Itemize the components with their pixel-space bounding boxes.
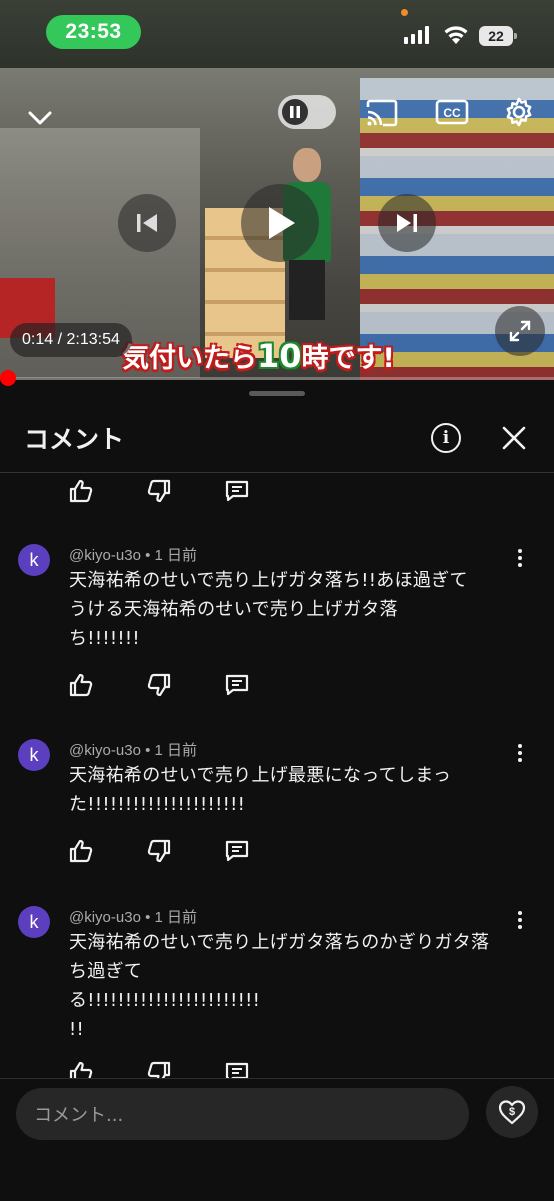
comment-meta: @kiyo-u3o • 1 日前 — [69, 742, 198, 759]
dislike-button[interactable] — [146, 672, 224, 698]
autoplay-toggle[interactable] — [278, 95, 336, 129]
comment-line: 天海祐希のせいで売り上げガタ落ちのかぎりガタ落 — [69, 932, 490, 953]
video-burned-caption: 気付いたら10時です! — [122, 336, 395, 375]
svg-text:$: $ — [509, 1106, 515, 1118]
comment-line: 天海祐希のせいで売り上げガタ落ち!!あほ過ぎて — [69, 570, 468, 591]
skip-next-icon — [397, 214, 417, 232]
panel-title: コメント — [24, 425, 125, 454]
reply-icon — [225, 674, 249, 696]
reply-button[interactable] — [224, 478, 302, 504]
comment-input[interactable]: コメント... — [16, 1088, 469, 1140]
like-button[interactable] — [68, 672, 146, 698]
video-player[interactable]: 気付いたら10時です! CC 0:14 / 2:13:54 — [0, 68, 554, 380]
more-vert-icon[interactable] — [510, 548, 530, 568]
video-scrubber-handle[interactable] — [0, 370, 16, 386]
reply-button[interactable] — [224, 672, 302, 698]
fullscreen-icon — [509, 320, 531, 342]
comment-text: 天海祐希のせいで売り上げガタ落ち!!あほ過ぎて うける天海祐希のせいで売り上げガ… — [69, 566, 509, 653]
comment-text: 天海祐希のせいで売り上げ最悪になってしまっ た!!!!!!!!!!!!!!!!!… — [69, 761, 509, 819]
comment-actions — [68, 672, 302, 698]
previous-button[interactable] — [118, 194, 176, 252]
more-vert-icon[interactable] — [510, 743, 530, 763]
like-button[interactable] — [68, 478, 146, 504]
caption-number: 10 — [257, 337, 302, 375]
privacy-indicator-dot — [401, 9, 408, 16]
dislike-button[interactable] — [146, 478, 224, 504]
thumbs-up-icon — [69, 673, 93, 697]
cast-icon[interactable] — [365, 99, 399, 127]
comment-line: !! — [69, 1019, 85, 1040]
pause-icon — [282, 99, 308, 125]
comment-meta: @kiyo-u3o • 1 日前 — [69, 547, 198, 564]
info-icon: i — [442, 428, 450, 448]
battery-indicator: 22 — [479, 26, 517, 46]
comment-actions — [68, 838, 302, 864]
comment-input-placeholder: コメント... — [34, 1105, 124, 1126]
next-button[interactable] — [378, 194, 436, 252]
super-thanks-button[interactable]: $ — [486, 1086, 538, 1138]
reply-icon — [225, 480, 249, 502]
thumbs-up-icon — [69, 839, 93, 863]
gear-icon[interactable] — [503, 96, 535, 128]
chevron-down-icon[interactable] — [26, 108, 54, 128]
thumbs-up-icon — [69, 479, 93, 503]
comment-meta: @kiyo-u3o • 1 日前 — [69, 909, 198, 926]
panel-divider — [0, 472, 554, 473]
video-progress-bar[interactable] — [0, 377, 554, 380]
thumbs-down-icon — [147, 479, 171, 503]
status-bar: 23:53 22 — [0, 0, 554, 68]
play-icon — [269, 207, 295, 239]
wifi-icon — [444, 26, 468, 44]
dislike-button[interactable] — [146, 838, 224, 864]
play-button[interactable] — [241, 184, 319, 262]
caption-part-1: 気付いたら — [122, 343, 257, 374]
thumbs-down-icon — [147, 839, 171, 863]
panel-drag-handle[interactable] — [249, 391, 305, 396]
status-time: 23:53 — [46, 15, 141, 49]
svg-text:CC: CC — [443, 106, 461, 120]
comment-line: ち!!!!!!! — [69, 628, 140, 649]
close-icon[interactable] — [501, 425, 527, 451]
comment-line: ち過ぎて — [69, 961, 143, 982]
avatar[interactable]: k — [18, 544, 50, 576]
comment-line: 天海祐希のせいで売り上げ最悪になってしまっ — [69, 765, 452, 786]
fullscreen-button[interactable] — [495, 306, 545, 356]
reply-button[interactable] — [224, 838, 302, 864]
captions-icon[interactable]: CC — [435, 99, 469, 125]
more-vert-icon[interactable] — [510, 910, 530, 930]
cellular-signal-icon — [404, 26, 429, 44]
video-time-display: 0:14 / 2:13:54 — [10, 323, 132, 357]
avatar[interactable]: k — [18, 906, 50, 938]
avatar[interactable]: k — [18, 739, 50, 771]
comment-line: る!!!!!!!!!!!!!!!!!!!!!!! — [69, 990, 261, 1011]
skip-previous-icon — [137, 214, 157, 232]
like-button[interactable] — [68, 838, 146, 864]
super-thanks-icon: $ — [498, 1100, 526, 1125]
comment-line: うける天海祐希のせいで売り上げガタ落 — [69, 599, 398, 620]
reply-icon — [225, 840, 249, 862]
thumbs-down-icon — [147, 673, 171, 697]
comment-line: た!!!!!!!!!!!!!!!!!!!!! — [69, 794, 246, 815]
info-button[interactable]: i — [431, 423, 461, 453]
comment-actions-previous — [68, 478, 302, 504]
caption-part-2: 時です! — [301, 343, 395, 374]
comment-text: 天海祐希のせいで売り上げガタ落ちのかぎりガタ落 ち過ぎて る!!!!!!!!!!… — [69, 928, 509, 1044]
